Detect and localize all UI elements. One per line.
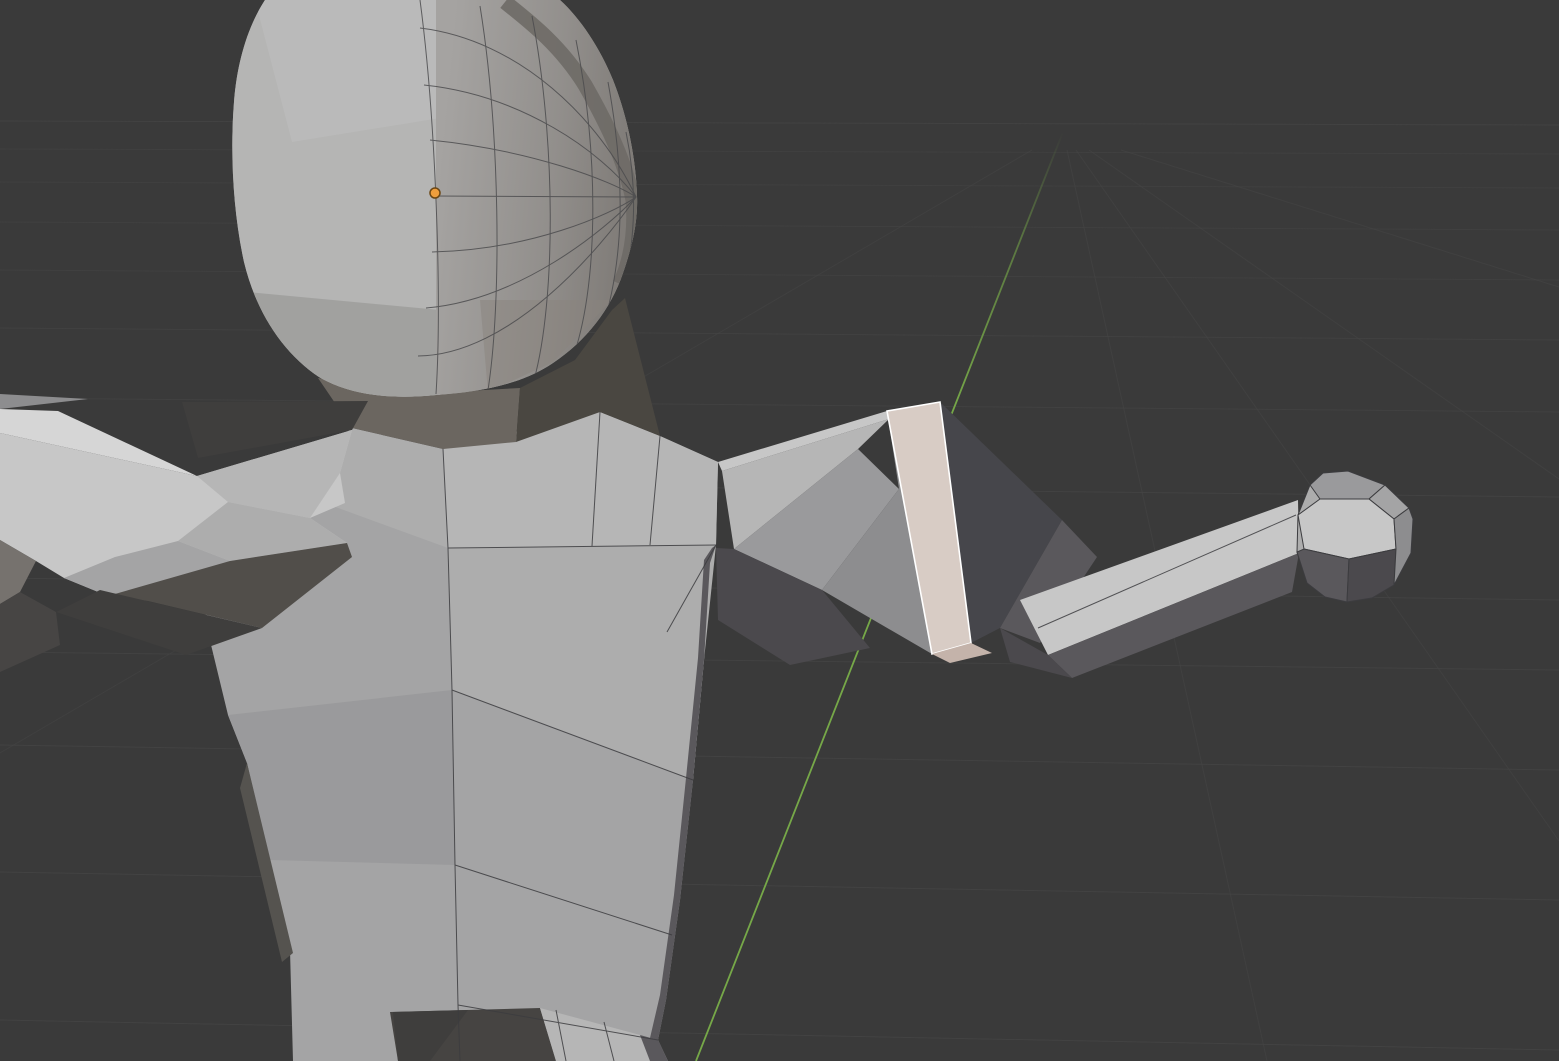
3d-viewport[interactable]	[0, 0, 1559, 1061]
viewport-canvas[interactable]	[0, 0, 1559, 1061]
object-origin-dot[interactable]	[430, 188, 440, 198]
